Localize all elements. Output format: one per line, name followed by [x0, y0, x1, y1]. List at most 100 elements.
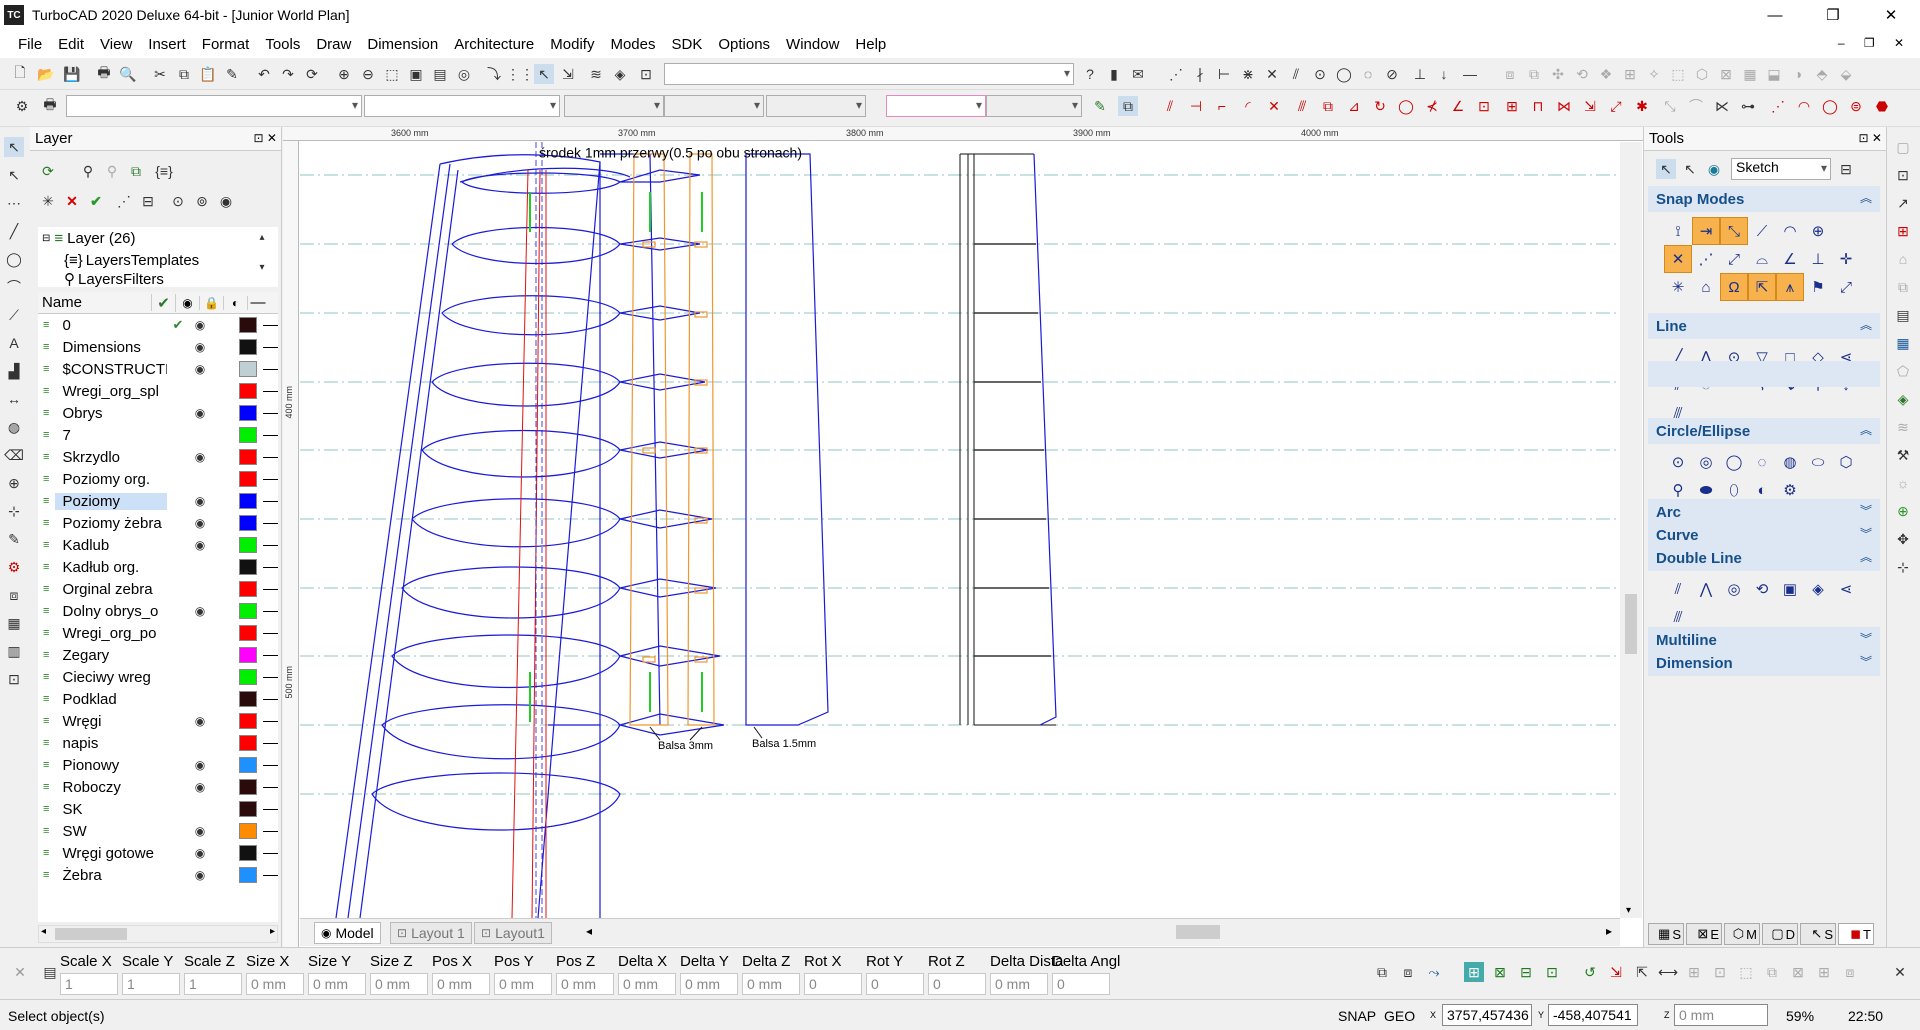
- view-zoom-box-icon[interactable]: ⊹: [1893, 557, 1913, 577]
- circle-polygon-icon[interactable]: ⬡: [1832, 448, 1860, 476]
- tools-mode-select[interactable]: Sketch: [1731, 158, 1831, 180]
- layer-row[interactable]: ≡ napis: [38, 732, 278, 754]
- layer-color-swatch[interactable]: [238, 669, 258, 685]
- pen-combo[interactable]: [766, 95, 866, 117]
- snap-tangent-icon[interactable]: ⊙: [1310, 64, 1330, 84]
- modify-array-icon[interactable]: ⊞: [1502, 96, 1522, 116]
- layer-name[interactable]: Poziomy org.: [55, 471, 168, 488]
- layer-row[interactable]: ≡ Kadlub ◉: [38, 534, 278, 556]
- pencil-icon[interactable]: ✎: [1090, 96, 1110, 116]
- insp-group-icon[interactable]: ⧈: [1398, 962, 1418, 982]
- insert-tool-icon[interactable]: ⊕: [4, 473, 24, 493]
- snap-middle-icon[interactable]: ⊢: [1214, 64, 1234, 84]
- layer-name[interactable]: Orginal zebra: [55, 581, 168, 598]
- insp-screen-icon[interactable]: ⊟: [1516, 962, 1536, 982]
- inspector-field-input[interactable]: 0 mm: [556, 973, 614, 995]
- menu-options[interactable]: Options: [710, 36, 778, 53]
- layer-row[interactable]: ≡ Orginal zebra: [38, 578, 278, 600]
- inspector-field-input[interactable]: 0 mm: [246, 973, 304, 995]
- 3d-mesh-icon[interactable]: ▦: [1740, 64, 1760, 84]
- modify-trim-icon[interactable]: ⫽: [1160, 96, 1180, 116]
- zoom-page-icon[interactable]: ▤: [430, 64, 450, 84]
- tree-layer-root[interactable]: ⊟ ≡ Layer (26): [38, 227, 278, 249]
- layer-linestyle[interactable]: [263, 456, 278, 458]
- layer-color-swatch[interactable]: [238, 559, 258, 575]
- modify-extend-icon[interactable]: ⊣: [1186, 96, 1206, 116]
- layer-linestyle[interactable]: [263, 588, 278, 590]
- view-sun-icon[interactable]: ☼: [1893, 473, 1913, 493]
- layer-color-swatch[interactable]: [238, 581, 258, 597]
- snap-grid-tool-icon[interactable]: ⋰: [1692, 245, 1720, 273]
- menu-window[interactable]: Window: [778, 36, 847, 53]
- insp-array-icon[interactable]: ⊡: [1710, 962, 1730, 982]
- layer-color-swatch[interactable]: [238, 515, 258, 531]
- snap-none-icon[interactable]: ⊘: [1382, 64, 1402, 84]
- view-fill-icon[interactable]: ◈: [1893, 389, 1913, 409]
- line-width-combo[interactable]: [664, 95, 764, 117]
- layer-color-swatch[interactable]: [238, 383, 258, 399]
- layer-name[interactable]: Dimensions: [55, 339, 168, 356]
- layer-visible-eye-icon[interactable]: ◉: [189, 824, 211, 838]
- section-line[interactable]: Line ︽: [1648, 313, 1880, 339]
- layer-properties-icon[interactable]: ⊟: [138, 191, 158, 211]
- view-copy-icon[interactable]: ⧉: [1893, 277, 1913, 297]
- layer-visible-eye-icon[interactable]: ◉: [189, 758, 211, 772]
- layer-name[interactable]: SK: [55, 801, 168, 818]
- view-frame-icon[interactable]: ⊡: [1893, 165, 1913, 185]
- layer-row[interactable]: ≡ Pionowy ◉: [38, 754, 278, 776]
- printer-setup-icon[interactable]: 🖶: [40, 96, 60, 116]
- snap-arc-tool-icon[interactable]: ◠: [1776, 217, 1804, 245]
- snap-nearest-tool-icon[interactable]: ⤡: [1720, 217, 1748, 245]
- zoom-in-icon[interactable]: ⊕: [334, 64, 354, 84]
- circle-ellipse-icon[interactable]: ⬭: [1804, 448, 1832, 476]
- layer-row[interactable]: ≡ Zegary: [38, 644, 278, 666]
- tree-layers-templates[interactable]: {≡} LayersTemplates: [38, 249, 278, 271]
- new-file-icon[interactable]: 🗋: [10, 64, 30, 84]
- layer-template-icon[interactable]: {≡}: [154, 161, 174, 181]
- modify-box-icon[interactable]: ⊡: [1474, 96, 1494, 116]
- snap-magnet-tool-icon[interactable]: ⌂: [1692, 273, 1720, 301]
- z-coordinate-field[interactable]: 0 mm: [1674, 1004, 1768, 1026]
- filter-edit-icon[interactable]: ⚲: [102, 161, 122, 181]
- layer-color-swatch[interactable]: [238, 735, 258, 751]
- insp-world-icon[interactable]: ⊠: [1490, 962, 1510, 982]
- layer-linestyle[interactable]: [263, 434, 278, 436]
- circle-double-icon[interactable]: ◎: [1692, 448, 1720, 476]
- modify-slide-icon[interactable]: ⤢: [1606, 96, 1626, 116]
- eyedropper-tool-icon[interactable]: ✎: [4, 529, 24, 549]
- layer-color-swatch[interactable]: [238, 823, 258, 839]
- refresh-layers-icon[interactable]: ⟳: [38, 161, 58, 181]
- layer-name[interactable]: Pionowy: [55, 757, 168, 774]
- context-help-icon[interactable]: ⤵: [484, 64, 504, 84]
- view-stack-icon[interactable]: ≋: [1893, 417, 1913, 437]
- snap-dist-tool-icon[interactable]: ⤢: [1832, 273, 1860, 301]
- layer-linestyle[interactable]: [263, 544, 278, 546]
- eraser-tool-icon[interactable]: ⌫: [4, 445, 24, 465]
- select-mode-icon[interactable]: ↖: [534, 64, 554, 84]
- frame-tool-icon[interactable]: ⧈: [4, 585, 24, 605]
- book-icon[interactable]: ▮: [1104, 64, 1124, 84]
- layer-linestyle[interactable]: [263, 852, 278, 854]
- modify-divide-icon[interactable]: ⊶: [1738, 96, 1758, 116]
- layer-color-swatch[interactable]: [238, 845, 258, 861]
- layer-freeze-icon[interactable]: ⊚: [192, 191, 212, 211]
- menu-help[interactable]: Help: [847, 36, 894, 53]
- 3d-light-icon[interactable]: ✧: [1644, 64, 1664, 84]
- double-line-chevron-icon[interactable]: ⋖: [1832, 575, 1860, 603]
- tools-tab-s[interactable]: ↖ S: [1800, 923, 1836, 945]
- 3d-orbit-icon[interactable]: ⧉: [1524, 64, 1544, 84]
- table-tool-icon[interactable]: ▥: [4, 641, 24, 661]
- menu-modify[interactable]: Modify: [542, 36, 602, 53]
- zoom-previous-icon[interactable]: ◎: [454, 64, 474, 84]
- snap-divide-tool-icon[interactable]: ⟋: [1748, 217, 1776, 245]
- menu-modes[interactable]: Modes: [602, 36, 663, 53]
- render-icon[interactable]: ◈: [610, 64, 630, 84]
- layer-linestyle[interactable]: [263, 610, 278, 612]
- layer-linestyle[interactable]: [263, 478, 278, 480]
- layer-color-swatch[interactable]: [238, 647, 258, 663]
- layer-name[interactable]: Kadłub org.: [55, 559, 168, 576]
- layer-name[interactable]: Wregi_org_po: [55, 625, 168, 642]
- undo-icon[interactable]: ↶: [254, 64, 274, 84]
- insp-grid-icon[interactable]: ⊞: [1814, 962, 1834, 982]
- circle-tangent-icon[interactable]: ◍: [1776, 448, 1804, 476]
